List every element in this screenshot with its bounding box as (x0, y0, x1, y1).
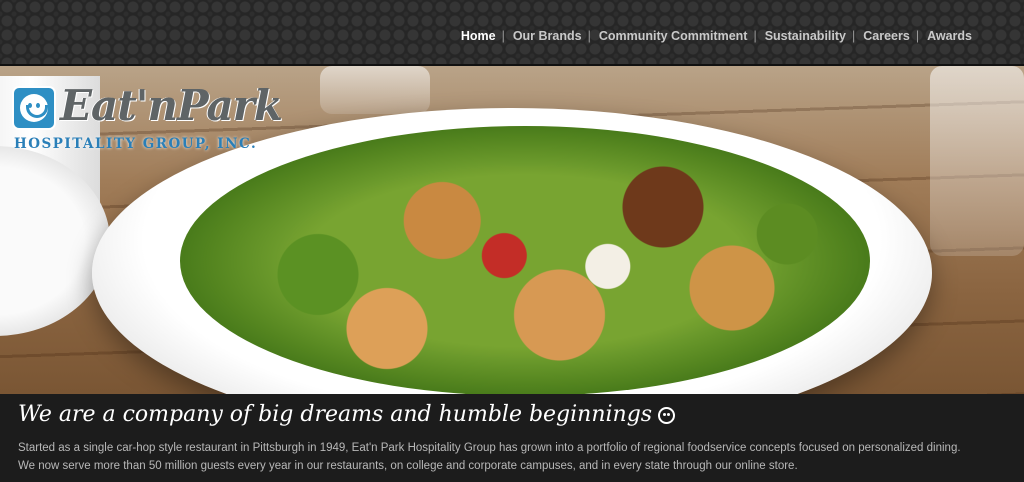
nav-separator: | (587, 29, 591, 43)
glass-decoration (320, 66, 430, 114)
nav-separator: | (851, 29, 856, 43)
nav-awards-link[interactable]: Awards (927, 29, 972, 43)
top-nav-bar: Home | Our Brands | Community Commitment… (0, 0, 1024, 66)
intro-caption: We are a company of big dreams and humbl… (0, 394, 1024, 482)
intro-headline: We are a company of big dreams and humbl… (18, 402, 676, 427)
logo-subtitle: HOSPITALITY GROUP, INC. (14, 136, 258, 152)
intro-line-2: We now serve more than 50 million guests… (18, 460, 798, 472)
main-nav: Home | Our Brands | Community Commitment… (461, 29, 972, 43)
nav-our-brands-link[interactable]: Our Brands (513, 29, 582, 43)
glass-decoration (930, 66, 1024, 256)
nav-separator: | (915, 29, 920, 43)
intro-line-1: Started as a single car-hop style restau… (18, 442, 961, 454)
smiley-icon (658, 407, 676, 424)
nav-home-link[interactable]: Home (461, 29, 496, 43)
nav-separator: | (501, 29, 505, 43)
nav-community-commitment-link[interactable]: Community Commitment (599, 29, 748, 43)
nav-careers-link[interactable]: Careers (863, 29, 910, 43)
logo-wordmark: Eat'nPark (60, 81, 283, 130)
intro-headline-text: We are a company of big dreams and humbl… (18, 402, 653, 427)
salad-food (180, 126, 870, 394)
nav-sustainability-link[interactable]: Sustainability (765, 29, 846, 43)
nav-separator: | (753, 29, 757, 43)
intro-body-text: Started as a single car-hop style restau… (18, 439, 1008, 475)
smiley-logo-icon (12, 86, 56, 130)
eatnpark-logo[interactable]: Eat'nPark HOSPITALITY GROUP, INC. (12, 81, 302, 154)
